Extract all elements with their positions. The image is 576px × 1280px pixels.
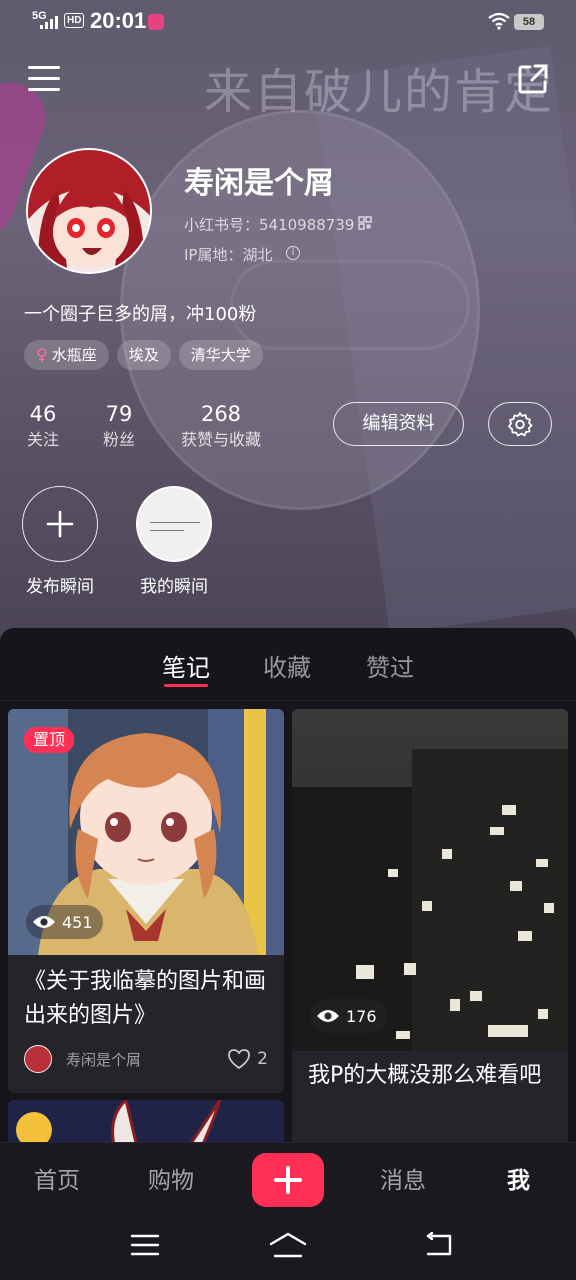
- app-notification-icon: [148, 14, 164, 30]
- like-button[interactable]: 2: [227, 1048, 268, 1070]
- tag-label: 清华大学: [190, 346, 251, 364]
- ip-location: IP属地：湖北: [184, 246, 273, 264]
- nav-messages[interactable]: 消息: [380, 1161, 426, 1195]
- edit-profile-button[interactable]: 编辑资料: [333, 402, 464, 446]
- tag-zodiac[interactable]: ♀ 水瓶座: [24, 340, 109, 370]
- stat-following[interactable]: 46 关注: [24, 400, 62, 452]
- tab-collections[interactable]: 收藏: [263, 648, 311, 683]
- background-watermark-text: 来自破儿的肯定: [204, 64, 555, 120]
- my-moments[interactable]: 我的瞬间: [134, 486, 214, 597]
- stat-followers[interactable]: 79 粉丝: [100, 400, 138, 452]
- note-meta: 寿闲是个屑 2: [8, 1033, 284, 1073]
- status-time: 20:01: [90, 8, 147, 33]
- following-label: 关注: [26, 430, 59, 449]
- status-bar: 5G HD 20:01 58: [0, 0, 576, 44]
- home-icon[interactable]: [268, 1232, 308, 1260]
- eye-icon: [317, 1010, 339, 1022]
- hd-badge: HD: [64, 13, 85, 28]
- battery-icon: 58: [514, 14, 544, 30]
- post-button[interactable]: [252, 1153, 324, 1207]
- female-icon: ♀: [36, 345, 48, 364]
- like-count: 2: [257, 1049, 268, 1069]
- menu-icon[interactable]: [28, 66, 60, 94]
- qr-code-icon[interactable]: [358, 216, 372, 230]
- nav-home[interactable]: 首页: [34, 1161, 80, 1195]
- signal-icon: [40, 16, 58, 29]
- note-cover-image[interactable]: 置顶 451: [8, 709, 284, 955]
- heart-icon: [228, 1049, 251, 1070]
- info-icon[interactable]: i: [286, 246, 300, 260]
- back-icon[interactable]: [424, 1232, 454, 1258]
- following-count: 46: [29, 402, 57, 426]
- wifi-icon: [488, 12, 510, 30]
- note-title[interactable]: 《关于我临摹的图片和画出来的图片》: [8, 955, 284, 1033]
- nav-me[interactable]: 我: [507, 1161, 530, 1195]
- username: 寿闲是个屑: [184, 166, 334, 201]
- followers-label: 粉丝: [102, 430, 135, 449]
- avatar[interactable]: [26, 148, 152, 274]
- note-title[interactable]: 我P的大概没那么难看吧: [292, 1051, 568, 1093]
- share-icon[interactable]: [516, 62, 550, 96]
- gear-icon: [508, 412, 533, 437]
- bottom-navigation: 首页 购物 消息 我: [0, 1142, 576, 1212]
- plus-icon: [46, 510, 74, 538]
- tag-location[interactable]: 埃及: [116, 340, 171, 370]
- settings-button[interactable]: [488, 402, 552, 446]
- add-moment-button[interactable]: [22, 486, 98, 562]
- note-cover-image[interactable]: 176: [292, 709, 568, 1051]
- followers-count: 79: [105, 402, 133, 426]
- bio: 一个圈子巨多的屑，冲100粉: [24, 304, 257, 325]
- recent-apps-icon[interactable]: [130, 1232, 160, 1258]
- system-navigation-bar: [0, 1212, 576, 1280]
- user-id: 小红书号：5410988739: [184, 216, 355, 234]
- tag-school[interactable]: 清华大学: [178, 340, 263, 370]
- my-moment-thumbnail[interactable]: [136, 486, 212, 562]
- note-card[interactable]: 置顶 451 《关于我临摹的图片和画出来的图片》 寿闲是个屑 2: [8, 709, 284, 1093]
- eye-icon: [33, 916, 55, 928]
- view-count-value: 451: [62, 912, 93, 932]
- publish-moment[interactable]: 发布瞬间: [20, 486, 100, 597]
- tab-liked[interactable]: 赞过: [366, 648, 414, 683]
- tab-notes[interactable]: 笔记: [162, 648, 210, 683]
- profile-tags: ♀ 水瓶座 埃及 清华大学: [24, 340, 263, 370]
- view-count: 176: [310, 999, 387, 1033]
- likes-label: 获赞与收藏: [180, 430, 261, 449]
- plus-icon: [274, 1166, 302, 1194]
- note-card[interactable]: 176 我P的大概没那么难看吧: [292, 709, 568, 1149]
- pinned-badge: 置顶: [24, 727, 75, 753]
- nav-shop[interactable]: 购物: [148, 1161, 194, 1195]
- publish-moment-label: 发布瞬间: [26, 577, 94, 597]
- stat-likes[interactable]: 268 获赞与收藏: [176, 400, 266, 452]
- tag-label: 水瓶座: [51, 346, 97, 364]
- view-count-value: 176: [346, 1006, 377, 1026]
- author-avatar[interactable]: [24, 1045, 52, 1073]
- active-tab-indicator: [164, 684, 208, 687]
- view-count: 451: [26, 905, 103, 939]
- my-moments-label: 我的瞬间: [140, 577, 208, 597]
- likes-count: 268: [200, 402, 242, 426]
- tag-label: 埃及: [128, 346, 159, 364]
- author-name[interactable]: 寿闲是个屑: [66, 1049, 227, 1070]
